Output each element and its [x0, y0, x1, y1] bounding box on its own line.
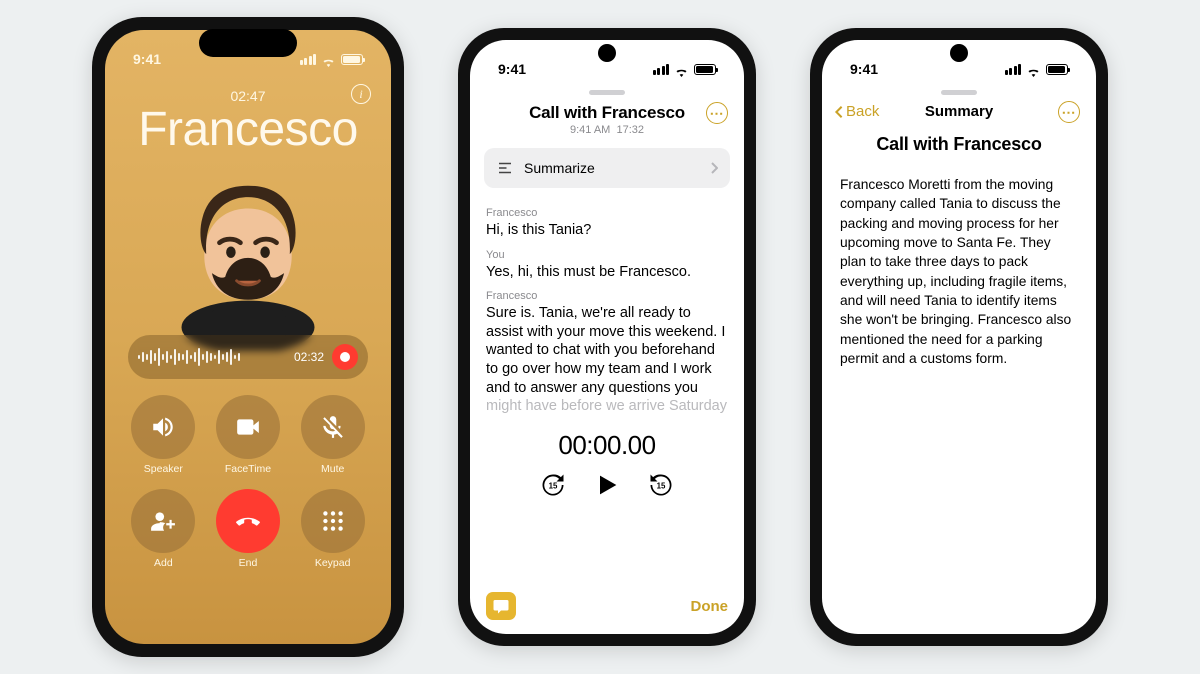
back-label: Back — [846, 103, 879, 120]
front-camera — [950, 44, 968, 62]
info-icon[interactable]: i — [351, 84, 371, 104]
add-call-button[interactable]: Add — [126, 489, 201, 569]
battery-icon — [694, 64, 716, 75]
transcript: Francesco Hi, is this Tania? You Yes, hi… — [470, 198, 744, 416]
phone-transcript-screen: 9:41 Call with Francesco ⋯ 9:41 AM 17:32… — [458, 28, 756, 646]
cell-signal-icon — [1005, 64, 1022, 75]
speaker-button[interactable]: Speaker — [126, 395, 201, 475]
mute-label: Mute — [321, 463, 344, 475]
summary-body: Francesco Moretti from the moving compan… — [822, 165, 1096, 368]
transcript-line: Hi, is this Tania? — [486, 221, 728, 240]
svg-text:15: 15 — [657, 481, 666, 490]
cell-signal-icon — [300, 54, 317, 65]
facetime-button[interactable]: FaceTime — [211, 395, 286, 475]
front-camera — [598, 44, 616, 62]
back-button[interactable]: Back — [834, 103, 879, 120]
summary-title: Call with Francesco — [822, 134, 1096, 155]
play-icon[interactable] — [593, 471, 621, 499]
keypad-button[interactable]: Keypad — [295, 489, 370, 569]
summarize-icon — [496, 159, 514, 177]
speaker-label: Francesco — [486, 206, 728, 220]
audio-player: 00:00.00 15 15 — [470, 430, 744, 499]
memoji-avatar — [153, 161, 343, 351]
note-subtitle: 9:41 AM 17:32 — [470, 124, 744, 136]
sheet-grabber[interactable] — [941, 90, 977, 95]
speaker-label: Francesco — [486, 289, 728, 303]
chevron-left-icon — [834, 105, 844, 119]
battery-icon — [1046, 64, 1068, 75]
facetime-label: FaceTime — [225, 463, 271, 475]
keypad-label: Keypad — [315, 557, 351, 569]
skip-back-15-icon[interactable]: 15 — [539, 471, 567, 499]
summarize-button[interactable]: Summarize — [484, 148, 730, 188]
end-label: End — [239, 557, 258, 569]
status-time: 9:41 — [133, 51, 161, 67]
transcript-toggle-icon[interactable] — [486, 592, 516, 620]
speaker-label: Speaker — [144, 463, 183, 475]
phone-call-screen: 9:41 i 02:47 Francesco — [92, 17, 404, 657]
dynamic-island — [199, 29, 297, 57]
recording-time: 02:32 — [294, 350, 324, 364]
svg-text:15: 15 — [549, 481, 558, 490]
cell-signal-icon — [653, 64, 670, 75]
skip-forward-15-icon[interactable]: 15 — [647, 471, 675, 499]
status-time: 9:41 — [498, 61, 526, 77]
wifi-icon — [674, 64, 689, 75]
more-icon[interactable]: ⋯ — [1058, 101, 1080, 123]
phone-summary-screen: 9:41 Back Summary ⋯ Call with Francesco … — [810, 28, 1108, 646]
speaker-label: You — [486, 248, 728, 262]
wifi-icon — [321, 54, 336, 65]
player-time: 00:00.00 — [470, 430, 744, 461]
end-call-button[interactable]: End — [211, 489, 286, 569]
waveform-icon — [138, 347, 286, 367]
chevron-right-icon — [710, 162, 718, 174]
transcript-line: Yes, hi, this must be Francesco. — [486, 263, 728, 282]
transcript-line: Sure is. Tania, we're all ready to assis… — [486, 304, 728, 415]
summarize-label: Summarize — [524, 160, 595, 176]
wifi-icon — [1026, 64, 1041, 75]
sheet-grabber[interactable] — [589, 90, 625, 95]
caller-name: Francesco — [138, 102, 358, 157]
header-title: Summary — [925, 103, 993, 120]
done-button[interactable]: Done — [691, 598, 729, 615]
status-time: 9:41 — [850, 61, 878, 77]
mute-button[interactable]: Mute — [295, 395, 370, 475]
recording-bar: 02:32 — [128, 335, 368, 379]
record-button[interactable] — [332, 344, 358, 370]
battery-icon — [341, 54, 363, 65]
add-label: Add — [154, 557, 173, 569]
note-title: Call with Francesco — [529, 103, 685, 123]
more-icon[interactable]: ⋯ — [706, 102, 728, 124]
